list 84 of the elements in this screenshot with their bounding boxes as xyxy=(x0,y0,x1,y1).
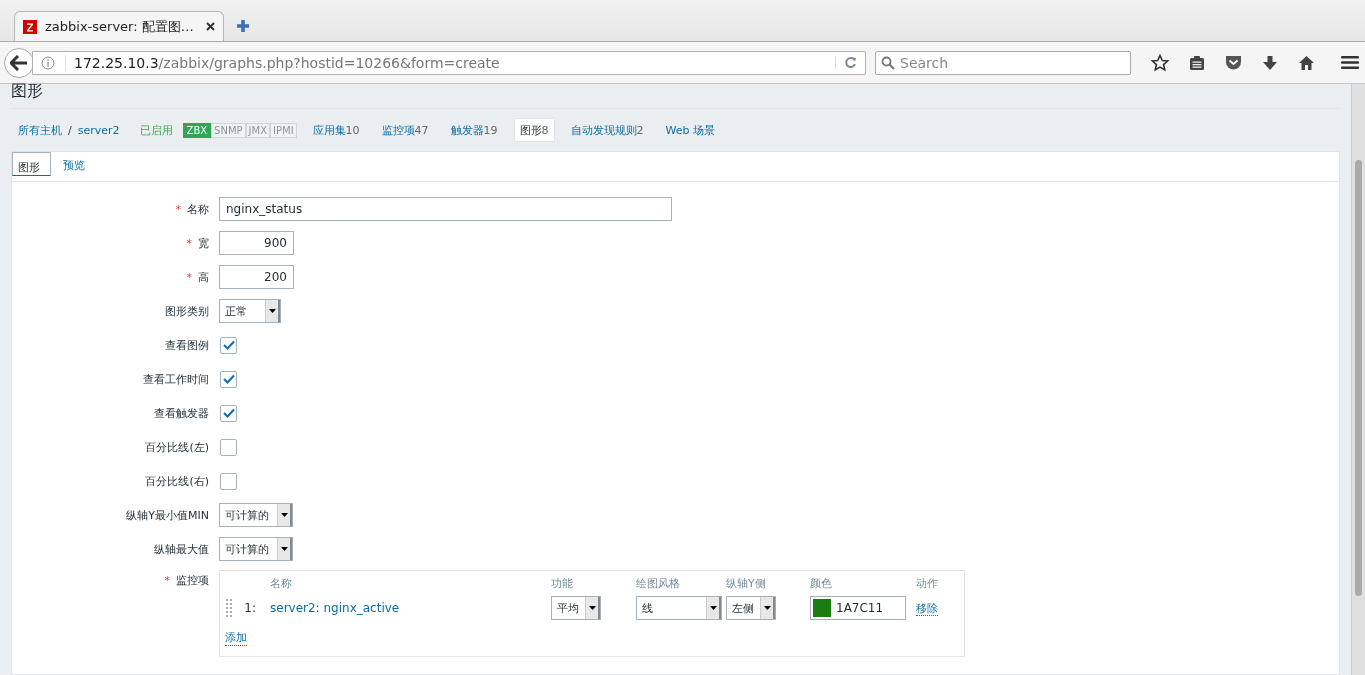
checkbox[interactable] xyxy=(220,336,237,354)
checkbox[interactable] xyxy=(220,472,237,490)
interface-badge: SNMP xyxy=(211,122,246,138)
menu-icon[interactable] xyxy=(1341,55,1359,70)
field-label: 查看触发器 xyxy=(154,406,209,420)
required-mark: * xyxy=(186,236,192,250)
field-label: 高 xyxy=(198,270,209,284)
color-swatch[interactable] xyxy=(813,599,831,617)
home-icon[interactable] xyxy=(1298,54,1315,71)
column-header: 名称 xyxy=(269,575,293,591)
host-nav-link[interactable]: 图形8 xyxy=(513,118,555,142)
checkbox[interactable] xyxy=(220,438,237,456)
caret-icon xyxy=(709,606,717,610)
dropdown[interactable]: 平均 xyxy=(551,596,601,620)
breadcrumb-link[interactable]: 所有主机 xyxy=(18,122,62,138)
checkbox[interactable] xyxy=(220,370,237,388)
dropdown[interactable]: 可计算的 xyxy=(219,503,293,527)
reading-list-icon[interactable] xyxy=(1189,54,1205,71)
column-header: 颜色 xyxy=(810,575,833,591)
breadcrumb-separator: / xyxy=(68,123,72,137)
breadcrumb-link[interactable]: server2 xyxy=(77,123,120,137)
dropdown[interactable]: 可计算的 xyxy=(219,537,293,561)
field-label: 监控项 xyxy=(176,574,209,587)
host-nav-link[interactable]: 自动发现规则2 xyxy=(564,118,650,142)
column-header: 绘图风格 xyxy=(636,575,681,591)
field-label: 图形类别 xyxy=(165,304,209,318)
required-mark: * xyxy=(186,270,192,284)
drag-handle-icon[interactable] xyxy=(225,599,233,617)
page-title: 图形 xyxy=(11,84,1340,109)
bookmark-star-icon[interactable] xyxy=(1151,53,1169,72)
download-icon[interactable] xyxy=(1262,54,1278,71)
pocket-icon[interactable] xyxy=(1225,55,1242,70)
field-label: 查看图例 xyxy=(165,338,209,352)
add-link[interactable]: 添加 xyxy=(225,630,247,646)
scrollbar[interactable] xyxy=(1351,84,1365,675)
url-field[interactable]: 172.25.10.3/zabbix/graphs.php?hostid=10266&form=create xyxy=(32,50,866,75)
caret-icon xyxy=(280,547,288,551)
reload-icon[interactable] xyxy=(835,56,857,69)
number-field[interactable]: 200 xyxy=(219,265,294,289)
close-icon[interactable] xyxy=(206,22,215,31)
field-label: 百分比线(右) xyxy=(145,474,209,488)
host-nav-link[interactable]: Web 场景 xyxy=(659,118,722,142)
field-label: 名称 xyxy=(187,202,209,216)
back-arrow-icon xyxy=(10,54,28,71)
search-field[interactable]: Search xyxy=(875,50,1131,75)
text-field[interactable]: nginx_status xyxy=(219,197,672,221)
required-mark: * xyxy=(164,574,170,587)
browser-tab[interactable]: zabbix-server: 配置图… xyxy=(14,11,224,41)
interface-badge: ZBX xyxy=(182,122,212,138)
back-button[interactable] xyxy=(4,47,34,78)
dropdown[interactable]: 左侧 xyxy=(726,596,776,620)
caret-icon xyxy=(588,606,596,610)
caret-icon xyxy=(763,606,771,610)
host-nav-link[interactable]: 触发器19 xyxy=(444,118,504,142)
info-icon[interactable] xyxy=(41,55,55,70)
zabbix-logo-icon xyxy=(23,19,37,34)
caret-icon xyxy=(280,513,288,517)
column-header: 纵轴Y侧 xyxy=(726,575,767,591)
host-status: 已启用 xyxy=(139,122,173,138)
number-field[interactable]: 900 xyxy=(219,231,294,255)
interface-badge: IPMI xyxy=(270,122,297,138)
row-number: 1: xyxy=(243,601,257,615)
item-link[interactable]: server2: nginx_active xyxy=(270,601,400,615)
tab-title: zabbix-server: 配置图… xyxy=(45,17,195,36)
field-label: 纵轴最大值 xyxy=(154,542,209,556)
field-label: 百分比线(左) xyxy=(145,440,209,454)
field-label: 纵轴Y最小值MIN xyxy=(126,508,209,522)
remove-link[interactable]: 移除 xyxy=(916,601,938,616)
dropdown[interactable]: 正常 xyxy=(219,299,281,323)
new-tab-icon[interactable] xyxy=(236,19,250,33)
interface-badge: JMX xyxy=(245,122,271,138)
required-mark: * xyxy=(175,202,181,216)
column-header: 功能 xyxy=(551,575,574,591)
form-tab[interactable]: 预览 xyxy=(53,152,95,181)
dropdown[interactable]: 线 xyxy=(636,596,722,620)
column-header: 动作 xyxy=(916,575,939,591)
host-nav-link[interactable]: 应用集10 xyxy=(306,118,366,142)
host-nav-link[interactable]: 监控项47 xyxy=(375,118,435,142)
caret-icon xyxy=(268,309,276,313)
field-label: 宽 xyxy=(198,236,209,250)
checkbox[interactable] xyxy=(220,404,237,422)
form-tab[interactable]: 图形 xyxy=(12,152,51,176)
field-label: 查看工作时间 xyxy=(143,372,209,386)
color-field[interactable]: 1A7C11 xyxy=(810,596,906,620)
